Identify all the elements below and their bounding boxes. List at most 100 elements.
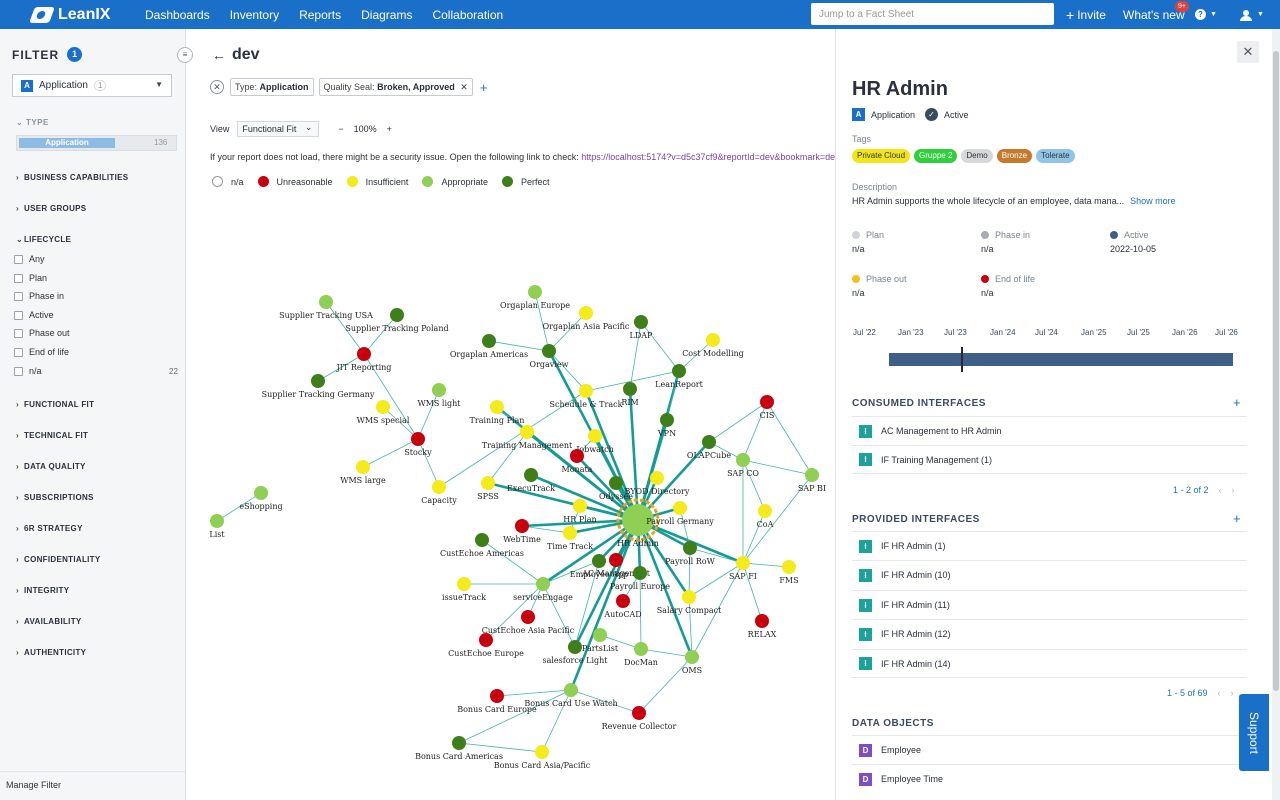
- lifecycle-option-phase-out[interactable]: Phase out: [14, 328, 70, 338]
- graph-node-dot[interactable]: [623, 382, 637, 396]
- graph-node-dot[interactable]: [593, 628, 607, 642]
- lifecycle-option-plan[interactable]: Plan: [14, 273, 47, 283]
- graph-node[interactable]: Capacity: [421, 480, 457, 505]
- nav-inventory[interactable]: Inventory: [220, 8, 289, 22]
- facet-technical-fit[interactable]: › TECHNICAL FIT: [16, 431, 88, 440]
- graph-node-dot[interactable]: [521, 610, 535, 624]
- graph-node-dot[interactable]: [682, 590, 696, 604]
- graph-node[interactable]: OMS: [682, 650, 702, 675]
- graph-node-dot[interactable]: [479, 633, 493, 647]
- graph-node-dot[interactable]: [685, 650, 699, 664]
- graph-node[interactable]: Orgaplan Americas: [450, 334, 528, 359]
- graph-node-dot[interactable]: [632, 706, 646, 720]
- lifecycle-option-any[interactable]: Any: [14, 254, 45, 264]
- provided-interface-row[interactable]: I IF HR Admin (12): [852, 619, 1247, 648]
- facet-authenticity[interactable]: › AUTHENTICITY: [16, 648, 86, 657]
- graph-node[interactable]: Bonus Card Use Watch: [524, 683, 618, 708]
- add-provided-interface-icon[interactable]: +: [1233, 511, 1241, 526]
- graph-node-dot[interactable]: [411, 432, 425, 446]
- graph-node-dot[interactable]: [542, 344, 556, 358]
- graph-node[interactable]: Supplier Tracking Germany: [262, 374, 375, 399]
- facet-6r-strategy[interactable]: › 6R STRATEGY: [16, 524, 83, 533]
- graph-node-dot[interactable]: [573, 499, 587, 513]
- chevron-right-icon[interactable]: ›: [1232, 485, 1235, 495]
- provided-interface-row[interactable]: I IF HR Admin (14): [852, 649, 1247, 678]
- facet-confidentiality[interactable]: › CONFIDENTIALITY: [16, 555, 101, 564]
- chevron-left-icon[interactable]: ‹: [1219, 485, 1222, 495]
- graph-node[interactable]: WMS light: [417, 383, 461, 408]
- graph-node-dot[interactable]: [357, 347, 371, 361]
- graph-node[interactable]: Supplier Tracking USA: [279, 295, 373, 320]
- graph-node[interactable]: List: [209, 514, 225, 539]
- nav-collaboration[interactable]: Collaboration: [422, 8, 513, 22]
- graph-node[interactable]: RELAX: [748, 614, 777, 639]
- graph-node[interactable]: CoA: [757, 504, 774, 529]
- consumed-interface-row[interactable]: I AC Management to HR Admin: [852, 416, 1247, 445]
- graph-node-dot[interactable]: [520, 425, 534, 439]
- tag-demo[interactable]: Demo: [961, 149, 993, 163]
- facet-subscriptions[interactable]: › SUBSCRIPTIONS: [16, 493, 94, 502]
- provided-interface-row[interactable]: I IF HR Admin (10): [852, 560, 1247, 589]
- graph-node-dot[interactable]: [536, 577, 550, 591]
- graph-node-dot[interactable]: [515, 519, 529, 533]
- graph-node-dot[interactable]: [755, 614, 769, 628]
- graph-node[interactable]: PartsList: [582, 628, 619, 653]
- graph-node[interactable]: AutoCAD: [603, 594, 642, 619]
- graph-node-dot[interactable]: [634, 642, 648, 656]
- lifecycle-option-phase-in[interactable]: Phase in: [14, 291, 64, 301]
- graph-node-dot[interactable]: [592, 554, 606, 568]
- graph-node-dot[interactable]: [673, 501, 687, 515]
- graph-node-dot[interactable]: [210, 514, 224, 528]
- graph-node-dot[interactable]: [616, 594, 630, 608]
- factsheet-type-select[interactable]: A Application 1 ▼: [12, 74, 172, 97]
- help-button[interactable]: ? ▼: [1195, 0, 1217, 29]
- graph-node[interactable]: Schedule & Track: [550, 384, 623, 409]
- graph-node[interactable]: OLAPCube: [687, 435, 731, 460]
- chevron-right-icon[interactable]: ›: [1231, 688, 1234, 698]
- user-menu-button[interactable]: ▼: [1239, 0, 1264, 29]
- graph-node-dot[interactable]: [736, 453, 750, 467]
- manage-filter-link[interactable]: Manage Filter: [6, 780, 61, 790]
- graph-node-dot[interactable]: [524, 468, 538, 482]
- checkbox[interactable]: [14, 254, 23, 264]
- graph-node-dot[interactable]: [702, 435, 716, 449]
- graph-node[interactable]: issueTrack: [442, 577, 486, 602]
- graph-node-dot[interactable]: [564, 683, 578, 697]
- graph-node-dot[interactable]: [579, 306, 593, 320]
- add-consumed-interface-icon[interactable]: +: [1233, 395, 1241, 410]
- graph-node[interactable]: SPSS: [477, 476, 499, 501]
- graph-node[interactable]: Training Management: [482, 425, 573, 450]
- facet-data-quality[interactable]: › DATA QUALITY: [16, 462, 86, 471]
- graph-node-dot[interactable]: [683, 541, 697, 555]
- graph-node[interactable]: Bonus Card Asia/Pacific: [494, 745, 591, 770]
- graph-node[interactable]: WebTime: [503, 519, 541, 544]
- facet-integrity[interactable]: › INTEGRITY: [16, 586, 69, 595]
- support-tab[interactable]: Support: [1239, 694, 1269, 771]
- graph-node-dot[interactable]: [390, 308, 404, 322]
- graph-node-dot[interactable]: [481, 476, 495, 490]
- graph-node[interactable]: CIS: [760, 395, 775, 420]
- graph-node[interactable]: FMS: [779, 560, 799, 585]
- nav-dashboards[interactable]: Dashboards: [135, 8, 220, 22]
- lifecycle-option-active[interactable]: Active: [14, 310, 54, 320]
- graph-node-dot[interactable]: [490, 400, 504, 414]
- graph-node[interactable]: SAP CO: [727, 453, 759, 478]
- graph-node-dot[interactable]: [535, 745, 549, 759]
- checkbox[interactable]: [14, 347, 23, 357]
- tag-bronze[interactable]: Bronze: [996, 149, 1033, 163]
- graph-node[interactable]: LDAP: [630, 315, 654, 340]
- graph-node[interactable]: serviceEngage: [513, 577, 573, 602]
- type-facet-bar[interactable]: Application 136: [16, 135, 177, 151]
- graph-node-dot[interactable]: [376, 400, 390, 414]
- checkbox[interactable]: [14, 328, 23, 338]
- graph-node-dot[interactable]: [254, 486, 268, 500]
- type-facet-label[interactable]: ⌄ TYPE: [16, 118, 49, 127]
- graph-node[interactable]: Training Plan: [470, 400, 525, 425]
- graph-node-dot[interactable]: [432, 383, 446, 397]
- graph-node[interactable]: WMS special: [357, 400, 410, 425]
- data-object-row[interactable]: D Employee Time: [852, 764, 1247, 793]
- graph-node-dot[interactable]: [660, 413, 674, 427]
- facet-user-groups[interactable]: › USER GROUPS: [16, 204, 86, 213]
- graph-node-dot[interactable]: [457, 577, 471, 591]
- show-more-link[interactable]: Show more: [1130, 196, 1176, 206]
